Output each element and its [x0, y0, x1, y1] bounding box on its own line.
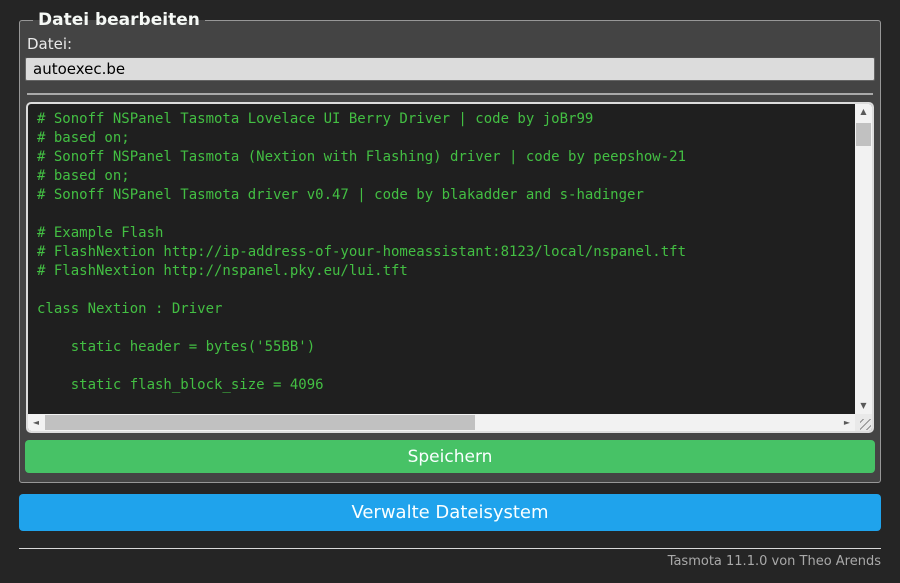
horizontal-scrollbar-thumb[interactable] — [45, 415, 476, 430]
separator-line — [27, 93, 873, 95]
edit-file-panel: Datei bearbeiten Datei: # Sonoff NSPanel… — [19, 10, 881, 483]
file-name-input[interactable] — [25, 57, 875, 81]
file-label: Datei: — [27, 35, 73, 53]
footer: Tasmota 11.1.0 von Theo Arends — [19, 548, 881, 569]
footer-divider — [19, 548, 881, 549]
scroll-left-icon: ◄ — [32, 417, 40, 427]
scroll-down-button[interactable]: ▼ — [855, 398, 872, 414]
panel-legend: Datei bearbeiten — [33, 10, 205, 30]
vertical-scrollbar-thumb[interactable] — [856, 123, 871, 146]
vertical-scrollbar[interactable]: ▲ ▼ — [855, 104, 872, 414]
page: Datei bearbeiten Datei: # Sonoff NSPanel… — [0, 0, 900, 569]
scroll-right-icon: ► — [843, 417, 851, 427]
scroll-right-button[interactable]: ► — [839, 414, 855, 431]
panel-legend-text: Datei bearbeiten — [38, 10, 200, 30]
scrollbar-corner — [855, 414, 872, 431]
horizontal-scrollbar[interactable]: ◄ ► — [28, 414, 855, 431]
scroll-up-button[interactable]: ▲ — [855, 104, 872, 120]
scroll-left-button[interactable]: ◄ — [28, 414, 44, 431]
editor-content[interactable]: # Sonoff NSPanel Tasmota Lovelace UI Ber… — [37, 110, 846, 405]
scroll-down-icon: ▼ — [860, 401, 867, 410]
manage-filesystem-button[interactable]: Verwalte Dateisystem — [19, 494, 881, 531]
footer-version-text: Tasmota 11.1.0 von Theo Arends — [667, 554, 881, 569]
save-button[interactable]: Speichern — [25, 440, 875, 473]
scroll-up-icon: ▲ — [860, 107, 867, 116]
resize-grip-icon[interactable] — [860, 419, 871, 430]
file-editor-textarea[interactable]: # Sonoff NSPanel Tasmota Lovelace UI Ber… — [26, 102, 874, 433]
